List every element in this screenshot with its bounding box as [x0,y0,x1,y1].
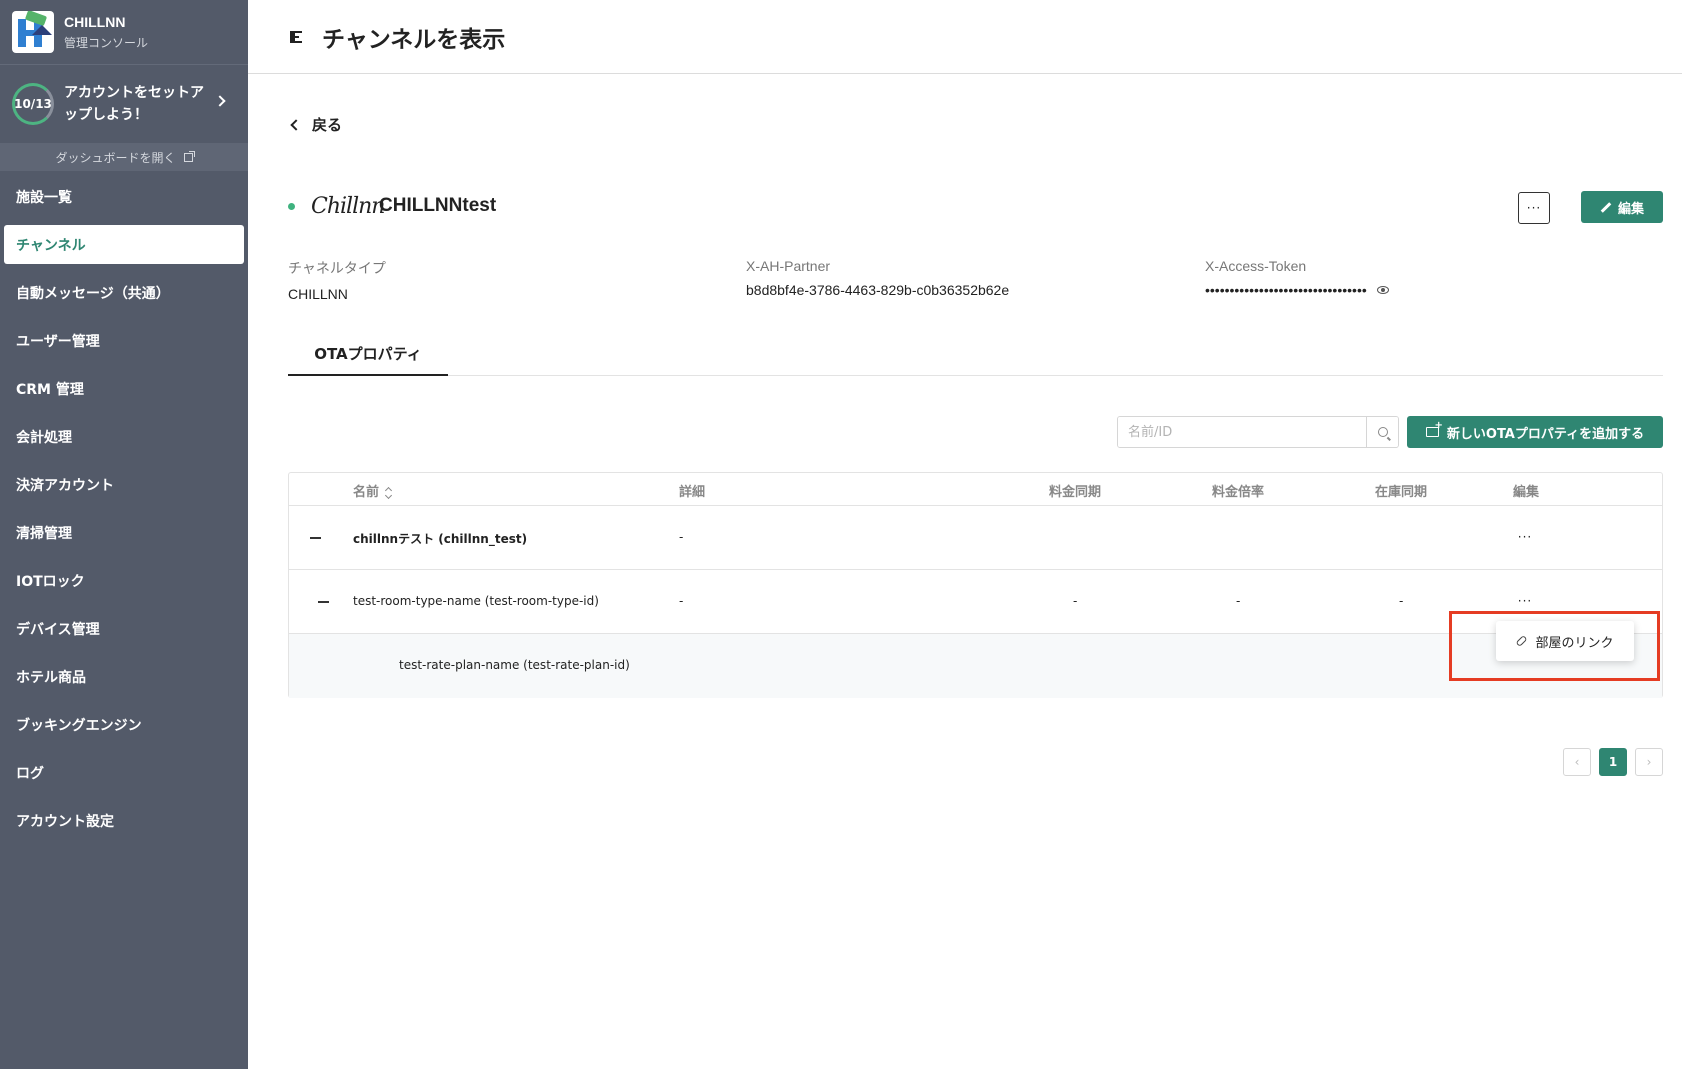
sidebar-item-hotel-products[interactable]: ホテル商品 [4,657,244,696]
add-ota-property-label: 新しいOTAプロパティを追加する [1446,426,1645,442]
setup-text: アカウントをセットアップしよう！ [64,85,204,123]
collapse-icon[interactable] [318,601,329,603]
link-icon [1515,634,1528,648]
row-more-button[interactable]: ··· [1506,586,1544,616]
pagination-next[interactable]: › [1635,748,1663,776]
column-stock-sync: 在庫同期 [1375,485,1428,500]
account-setup-card[interactable]: 10/13 アカウントをセットアップしよう！ [0,64,248,143]
channel-name: CHILLNNtest [379,195,497,216]
row-detail: - [679,530,684,544]
sidebar-item-auto-messages[interactable]: 自動メッセージ（共通） [4,273,244,312]
field-label: X-AH-Partner [746,258,831,274]
brand-logo [12,11,54,53]
access-token-masked: ••••••••••••••••••••••••••••••••• [1205,282,1367,298]
collapse-icon[interactable] [310,537,321,539]
channel-more-button[interactable]: ··· [1518,192,1550,224]
pagination-prev[interactable]: ‹ [1563,748,1591,776]
row-name: test-room-type-name (test-room-type-id) [353,594,599,608]
sort-icon[interactable] [385,488,392,498]
row-rate-multiplier: - [1236,594,1241,608]
sidebar-item-payment-accounts[interactable]: 決済アカウント [4,465,244,504]
row-rate-sync: - [1073,594,1078,608]
pagination-page[interactable]: 1 [1599,748,1627,776]
pencil-icon [1600,201,1612,213]
row-more-button[interactable]: ··· [1506,522,1544,552]
sidebar-item-users[interactable]: ユーザー管理 [4,321,244,360]
table-row: chillnnテスト (chillnn_test) - ··· [289,506,1662,570]
brand[interactable]: CHILLNN 管理コンソール [0,0,248,64]
chevron-right-icon [214,95,226,107]
room-link-menu-item[interactable]: 部屋のリンク [1496,621,1634,661]
back-label: 戻る [312,116,343,134]
sidebar-item-channels[interactable]: チャンネル [4,225,244,264]
search-box [1117,416,1399,448]
status-dot [288,202,295,210]
sidebar-item-account-settings[interactable]: アカウント設定 [4,801,244,840]
search-input[interactable] [1118,417,1366,447]
sidebar-item-facilities[interactable]: 施設一覧 [4,177,244,216]
page-title: チャンネルを表示 [322,26,506,53]
field-channel-type: チャネルタイプ CHILLNN [288,258,386,302]
field-access-token: X-Access-Token •••••••••••••••••••••••••… [1205,258,1389,298]
edit-label: 編集 [1617,201,1644,217]
column-name[interactable]: 名前 [353,481,392,500]
tab-ota-properties[interactable]: OTAプロパティ [288,332,448,376]
field-label: チャネルタイプ [288,260,386,276]
ota-property-table: 名前 詳細 料金同期 料金倍率 在庫同期 編集 chillnnテスト (chil… [288,472,1663,698]
edit-button[interactable]: 編集 [1581,191,1663,223]
chevron-left-icon [290,118,302,131]
channel-header: Chillnn CHILLNNtest ··· 編集 [288,182,1663,230]
search-icon [1377,427,1388,437]
open-dashboard-label: ダッシュボードを開く [55,150,176,165]
sidebar-item-logs[interactable]: ログ [4,753,244,792]
search-button[interactable] [1366,417,1398,447]
column-edit: 編集 [1513,485,1540,500]
field-partner: X-AH-Partner b8d8bf4e-3786-4463-829b-c0b… [746,258,1009,298]
table-toolbar: 新しいOTAプロパティを追加する [288,416,1663,448]
row-stock-sync: - [1399,594,1404,608]
eye-icon[interactable] [1376,286,1389,294]
field-label: X-Access-Token [1205,258,1307,274]
sidebar-item-cleaning[interactable]: 清掃管理 [4,513,244,552]
column-rate-sync: 料金同期 [1049,485,1102,500]
folder-add-icon [1425,420,1443,437]
field-value: b8d8bf4e-3786-4463-829b-c0b36352b62e [746,282,1010,298]
back-link[interactable]: 戻る [288,114,342,135]
sidebar-item-crm[interactable]: CRM 管理 [4,369,244,408]
sidebar-item-accounting[interactable]: 会計処理 [4,417,244,456]
sidebar-nav: 施設一覧 チャンネル 自動メッセージ（共通） ユーザー管理 CRM 管理 会計処… [0,177,248,840]
add-ota-property-button[interactable]: 新しいOTAプロパティを追加する [1407,416,1663,448]
column-detail: 詳細 [679,485,706,500]
table-row: test-rate-plan-name (test-rate-plan-id) [289,634,1662,698]
page-header: チャンネルを表示 [248,0,1682,74]
table-header: 名前 詳細 料金同期 料金倍率 在庫同期 編集 [289,473,1662,506]
row-name: chillnnテスト (chillnn_test) [353,532,528,546]
external-link-icon [183,150,195,162]
field-value: CHILLNN [288,286,348,302]
sidebar-item-devices[interactable]: デバイス管理 [4,609,244,648]
setup-progress-ring: 10/13 [12,83,54,125]
room-link-label: 部屋のリンク [1535,635,1614,651]
menu-collapse-icon[interactable] [290,29,308,45]
channel-logo: Chillnn [311,193,385,219]
table-row: test-room-type-name (test-room-type-id) … [289,570,1662,634]
row-detail: - [679,594,684,608]
column-rate-multiplier: 料金倍率 [1212,485,1265,500]
brand-subtitle: 管理コンソール [64,35,149,50]
row-name: test-rate-plan-name (test-rate-plan-id) [399,658,630,672]
pagination: ‹ 1 › [1563,748,1663,776]
open-dashboard-link[interactable]: ダッシュボードを開く [0,143,248,171]
sidebar-item-iot-lock[interactable]: IOTロック [4,561,244,600]
sidebar-item-booking-engine[interactable]: ブッキングエンジン [4,705,244,744]
sidebar: CHILLNN 管理コンソール 10/13 アカウントをセットアップしよう！ ダ… [0,0,248,1069]
tab-bar: OTAプロパティ [288,332,1663,376]
brand-name: CHILLNN [64,13,126,30]
